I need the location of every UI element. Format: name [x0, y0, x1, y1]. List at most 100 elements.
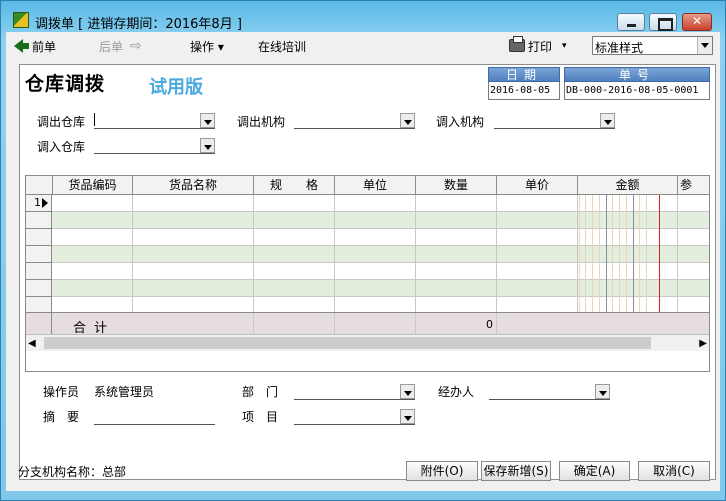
grid-cell[interactable] — [53, 280, 133, 297]
title-bar[interactable]: 调拨单 [ 进销存期间：2016年8月 ] — [1, 1, 725, 32]
grid-cell[interactable] — [254, 229, 335, 246]
grid-cell[interactable] — [416, 212, 497, 229]
row-header[interactable] — [26, 246, 52, 263]
grid-cell[interactable] — [133, 212, 254, 229]
in-warehouse-combo[interactable] — [94, 137, 215, 154]
row-header[interactable]: 1 — [26, 195, 52, 212]
items-grid[interactable]: 货品编码 货品名称 规 格 单位 数量 单价 金额 参 1 合计 0 ◀ ▶ — [25, 175, 710, 372]
grid-cell[interactable] — [678, 280, 709, 297]
grid-cell[interactable] — [497, 212, 578, 229]
print-button[interactable]: 打印 — [528, 38, 552, 55]
operator-label: 操作员 — [43, 385, 80, 399]
grid-cell[interactable] — [133, 246, 254, 263]
col-item-code[interactable]: 货品编码 — [53, 176, 133, 195]
grid-cell[interactable] — [254, 263, 335, 280]
grid-cell[interactable] — [416, 280, 497, 297]
operate-menu[interactable]: 操作 ▾ — [190, 38, 224, 55]
grid-cell[interactable] — [335, 246, 416, 263]
row-header[interactable] — [26, 212, 52, 229]
next-button[interactable]: 后单 — [99, 38, 123, 55]
grid-cell[interactable] — [416, 195, 497, 212]
grid-cell[interactable] — [678, 246, 709, 263]
grid-cell[interactable] — [335, 212, 416, 229]
grid-cell[interactable] — [254, 212, 335, 229]
grid-cell[interactable] — [678, 212, 709, 229]
out-org-combo[interactable] — [294, 112, 415, 129]
handler-combo[interactable] — [489, 383, 610, 400]
col-quantity[interactable]: 数量 — [416, 176, 497, 195]
grid-cell[interactable] — [53, 229, 133, 246]
chevron-down-icon[interactable] — [600, 113, 615, 128]
col-ref[interactable]: 参 — [678, 176, 709, 195]
chevron-down-icon[interactable] — [400, 409, 415, 424]
col-unit-price[interactable]: 单价 — [497, 176, 578, 195]
date-box: 日期 2016-08-05 — [488, 67, 560, 102]
print-dropdown-icon[interactable]: ▾ — [562, 41, 567, 51]
scroll-right-icon[interactable]: ▶ — [699, 338, 707, 349]
grid-cell[interactable] — [678, 229, 709, 246]
next-arrow-icon[interactable]: ⇨ — [130, 38, 142, 54]
close-button[interactable] — [682, 13, 712, 31]
maximize-button[interactable] — [649, 13, 677, 31]
printer-icon[interactable] — [509, 36, 525, 52]
cancel-button[interactable]: 取消(C) — [638, 461, 710, 481]
grid-cell[interactable] — [254, 246, 335, 263]
minimize-button[interactable] — [617, 13, 645, 31]
confirm-button[interactable]: 确定(A) — [559, 461, 630, 481]
grid-cell[interactable] — [254, 195, 335, 212]
grid-cell[interactable] — [53, 246, 133, 263]
summary-input[interactable] — [94, 408, 215, 425]
chevron-down-icon[interactable] — [697, 37, 712, 54]
department-combo[interactable] — [294, 383, 415, 400]
department-label: 部 门 — [242, 385, 279, 399]
row-header[interactable] — [26, 229, 52, 246]
scroll-thumb[interactable] — [44, 337, 651, 349]
col-unit[interactable]: 单位 — [335, 176, 416, 195]
grid-cell[interactable] — [497, 195, 578, 212]
row-header[interactable] — [26, 263, 52, 280]
grid-cell[interactable] — [133, 280, 254, 297]
grid-cell[interactable] — [335, 195, 416, 212]
chevron-down-icon[interactable] — [400, 384, 415, 399]
prev-button[interactable]: 前单 — [32, 38, 56, 55]
save-new-button[interactable]: 保存新增(S) — [481, 461, 551, 481]
grid-cell[interactable] — [497, 229, 578, 246]
chevron-down-icon[interactable] — [400, 113, 415, 128]
in-org-combo[interactable] — [494, 112, 615, 129]
grid-cell[interactable] — [416, 263, 497, 280]
row-header[interactable] — [26, 280, 52, 297]
number-value[interactable]: DB-000-2016-08-05-0001 — [564, 82, 710, 100]
horizontal-scrollbar[interactable]: ◀ ▶ — [26, 334, 709, 351]
grid-cell[interactable] — [335, 263, 416, 280]
grid-cell[interactable] — [678, 195, 709, 212]
grid-cell[interactable] — [416, 229, 497, 246]
col-item-name[interactable]: 货品名称 — [133, 176, 254, 195]
grid-cell[interactable] — [53, 263, 133, 280]
grid-cell[interactable] — [497, 280, 578, 297]
col-spec[interactable]: 规 格 — [254, 176, 335, 195]
scroll-left-icon[interactable]: ◀ — [28, 338, 36, 349]
grid-cell[interactable] — [335, 229, 416, 246]
chevron-down-icon[interactable] — [200, 138, 215, 153]
grid-cell[interactable] — [335, 280, 416, 297]
col-amount[interactable]: 金额 — [578, 176, 678, 195]
attachment-button[interactable]: 附件(O) — [406, 461, 478, 481]
chevron-down-icon[interactable] — [595, 384, 610, 399]
grid-cell[interactable] — [133, 195, 254, 212]
grid-cell[interactable] — [254, 280, 335, 297]
print-style-select[interactable]: 标准样式 — [592, 36, 713, 55]
grid-cell[interactable] — [53, 195, 133, 212]
out-warehouse-combo[interactable] — [94, 112, 215, 129]
project-combo[interactable] — [294, 408, 415, 425]
prev-arrow-icon[interactable] — [14, 39, 29, 53]
grid-cell[interactable] — [497, 263, 578, 280]
grid-cell[interactable] — [53, 212, 133, 229]
grid-cell[interactable] — [133, 229, 254, 246]
grid-cell[interactable] — [497, 246, 578, 263]
grid-cell[interactable] — [133, 263, 254, 280]
online-training-button[interactable]: 在线培训 — [258, 38, 306, 55]
date-value[interactable]: 2016-08-05 — [488, 82, 560, 100]
grid-cell[interactable] — [678, 263, 709, 280]
chevron-down-icon[interactable] — [200, 113, 215, 128]
grid-cell[interactable] — [416, 246, 497, 263]
